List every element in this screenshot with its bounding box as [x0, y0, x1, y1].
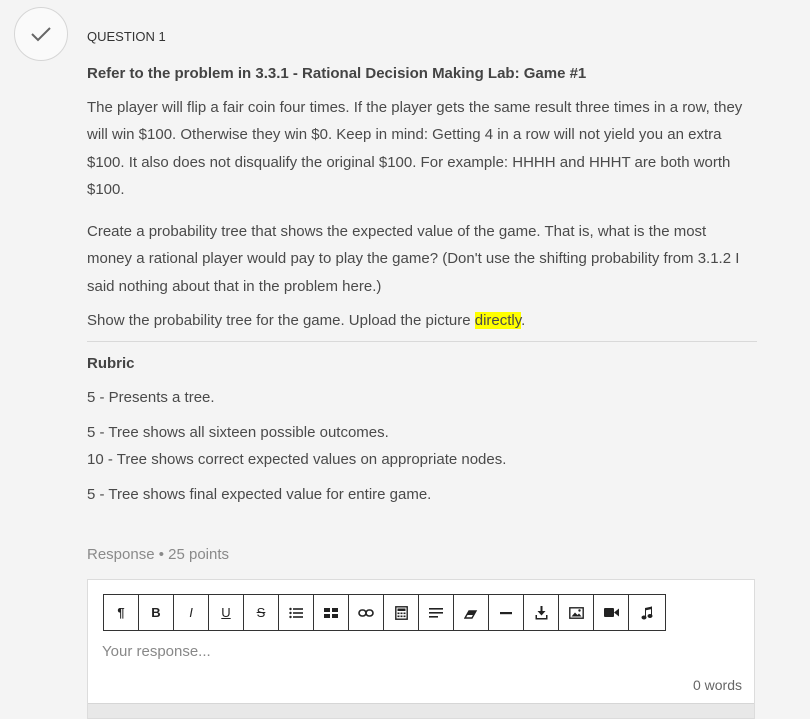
rubric-item: 5 - Tree shows all sixteen possible outc…: [87, 424, 389, 441]
text-line: money a rational player would pay to pla…: [87, 250, 740, 268]
response-editor[interactable]: ¶ B I U S Your response... 0 words: [87, 579, 755, 719]
audio-icon[interactable]: [629, 595, 665, 630]
table-icon[interactable]: [314, 595, 349, 630]
text-line: $100. It also does not disqualify the or…: [87, 153, 731, 171]
rubric-heading: Rubric: [87, 355, 135, 372]
video-icon[interactable]: [594, 595, 629, 630]
upload-text: Show the probability tree for the game. …: [87, 312, 475, 329]
question-number: QUESTION 1: [87, 29, 166, 44]
editor-footer-bar: [88, 703, 754, 718]
upload-instruction: Show the probability tree for the game. …: [87, 307, 757, 334]
problem-paragraph: The player will flip a fair coin four ti…: [87, 94, 757, 203]
align-icon[interactable]: [419, 595, 454, 630]
calculator-icon[interactable]: [384, 595, 419, 630]
text-line: The player will flip a fair coin four ti…: [87, 99, 743, 116]
text-line: $100.: [87, 180, 125, 198]
instruction-paragraph: Create a probability tree that shows the…: [87, 218, 757, 300]
rubric-item: 5 - Tree shows final expected value for …: [87, 486, 432, 503]
rubric-item: 10 - Tree shows correct expected values …: [87, 451, 507, 468]
underline-button[interactable]: U: [209, 595, 244, 630]
text-line: said nothing about that in the problem h…: [87, 277, 382, 295]
text-line: Create a probability tree that shows the…: [87, 223, 707, 240]
image-icon[interactable]: [559, 595, 594, 630]
strikethrough-button[interactable]: S: [244, 595, 279, 630]
response-points-label: Response • 25 points: [87, 546, 230, 563]
link-icon[interactable]: [349, 595, 384, 630]
italic-button[interactable]: I: [174, 595, 209, 630]
word-count: 0 words: [692, 677, 742, 693]
divider: [87, 341, 757, 342]
response-input[interactable]: Your response...: [102, 643, 211, 660]
horizontal-rule-icon[interactable]: [489, 595, 524, 630]
highlighted-word: directly: [474, 312, 522, 329]
text-line: will win $100. Otherwise they win $0. Ke…: [87, 126, 722, 144]
question-title: Refer to the problem in 3.3.1 - Rational…: [87, 65, 587, 82]
bold-button[interactable]: B: [139, 595, 174, 630]
editor-toolbar: ¶ B I U S: [103, 594, 666, 631]
completed-check-icon: [14, 7, 68, 61]
rubric-item: 5 - Presents a tree.: [87, 389, 215, 406]
eraser-icon[interactable]: [454, 595, 489, 630]
paragraph-icon[interactable]: ¶: [104, 595, 139, 630]
bullet-list-icon[interactable]: [279, 595, 314, 630]
period: .: [521, 312, 526, 329]
download-icon[interactable]: [524, 595, 559, 630]
